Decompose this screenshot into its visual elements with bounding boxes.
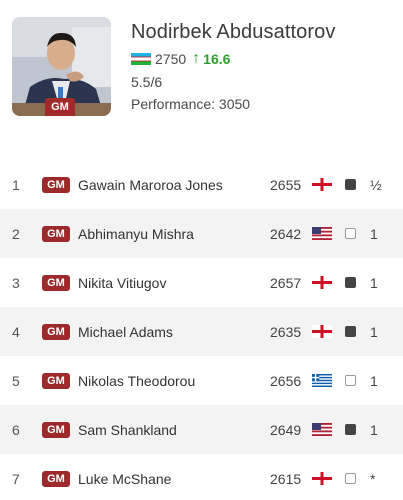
opponent-name[interactable]: Sam Shankland [78,422,177,438]
game-row[interactable]: 2 GM Abhimanyu Mishra 2642 1 [0,209,403,258]
opponent-rating: 2649 [270,421,302,438]
round-number: 6 [12,421,20,438]
gm-badge: GM [42,422,70,438]
black-pieces-icon [345,179,356,190]
gm-badge: GM [42,275,70,291]
england-flag-icon [312,325,332,338]
black-pieces-icon [345,326,356,337]
usa-flag-icon [312,227,332,240]
round-number: 1 [12,176,20,193]
usa-flag-icon [312,423,332,436]
player-title-badge: GM [45,98,75,116]
game-row[interactable]: 1 GM Gawain Maroroa Jones 2655 ½ [0,160,403,209]
game-row[interactable]: 6 GM Sam Shankland 2649 1 [0,405,403,454]
black-pieces-icon [345,424,356,435]
england-flag-icon [312,472,332,485]
england-flag-icon [312,276,332,289]
gm-badge: GM [42,373,70,389]
game-row[interactable]: 7 GM Luke McShane 2615 * [0,454,403,500]
rating-change-value: 16.6 [203,51,231,67]
opponent-name[interactable]: Luke McShane [78,471,171,487]
game-row[interactable]: 3 GM Nikita Vitiugov 2657 1 [0,258,403,307]
game-result: 1 [370,225,378,242]
rating-gain: ↑ 16.6 [192,50,230,68]
player-score: 5.5/6 [131,74,163,90]
round-number: 3 [12,274,20,291]
white-pieces-icon [345,228,356,239]
arrow-up-icon: ↑ [192,50,201,67]
round-number: 5 [12,372,20,389]
game-result: 1 [370,323,378,340]
opponent-name[interactable]: Michael Adams [78,324,173,340]
game-result: 1 [370,372,378,389]
white-pieces-icon [345,473,356,484]
gm-badge: GM [42,177,70,193]
game-result: 1 [370,421,378,438]
opponent-name[interactable]: Gawain Maroroa Jones [78,177,223,193]
opponent-rating: 2615 [270,470,302,487]
player-photo[interactable]: GM [12,17,111,116]
round-number: 2 [12,225,20,242]
gm-badge: GM [42,324,70,340]
gm-badge: GM [42,226,70,242]
game-row[interactable]: 4 GM Michael Adams 2635 1 [0,307,403,356]
england-flag-icon [312,178,332,191]
opponent-name[interactable]: Nikolas Theodorou [78,373,195,389]
player-performance: Performance: 3050 [131,96,251,112]
game-result: ½ [370,176,382,193]
round-number: 7 [12,470,20,487]
greece-flag-icon [312,374,332,387]
white-pieces-icon [345,375,356,386]
games-list: 1 GM Gawain Maroroa Jones 2655 ½ 2 GM Ab… [0,160,403,500]
opponent-rating: 2635 [270,323,302,340]
opponent-name[interactable]: Nikita Vitiugov [78,275,166,291]
game-result: * [370,470,376,487]
opponent-rating: 2657 [270,274,302,291]
player-rating: 2750 [155,51,187,67]
uzbekistan-flag-icon [131,53,151,65]
black-pieces-icon [345,277,356,288]
opponent-rating: 2656 [270,372,302,389]
game-row[interactable]: 5 GM Nikolas Theodorou 2656 1 [0,356,403,405]
round-number: 4 [12,323,20,340]
player-header: GM Nodirbek Abdusattorov 2750 ↑ 16.6 5.5… [12,17,392,127]
game-result: 1 [370,274,378,291]
opponent-rating: 2642 [270,225,302,242]
player-rating-line: 2750 ↑ 16.6 [131,50,335,68]
opponent-name[interactable]: Abhimanyu Mishra [78,226,194,242]
gm-badge: GM [42,471,70,487]
opponent-rating: 2655 [270,176,302,193]
player-info: Nodirbek Abdusattorov 2750 ↑ 16.6 5.5/6 … [131,21,335,112]
player-name[interactable]: Nodirbek Abdusattorov [131,21,335,44]
